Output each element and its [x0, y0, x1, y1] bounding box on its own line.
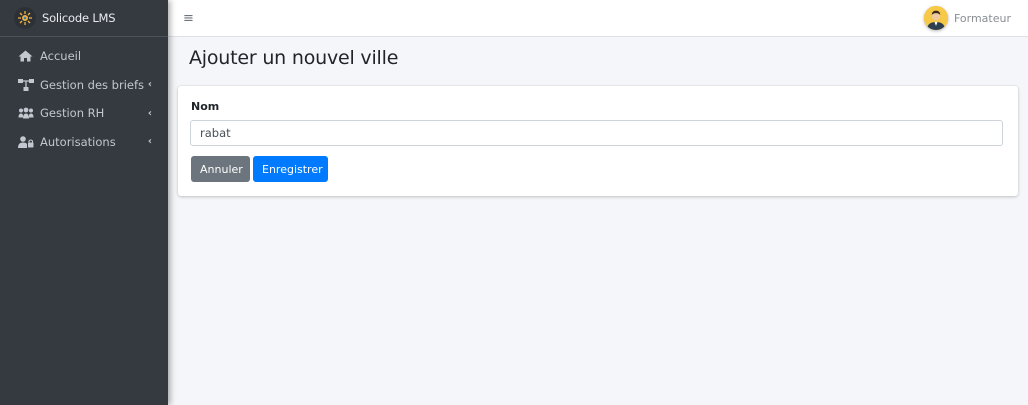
users-icon: [18, 106, 36, 120]
sitemap-icon: [18, 78, 36, 92]
home-icon: [18, 49, 36, 63]
menu-toggle-icon[interactable]: ≡: [183, 11, 194, 26]
page-title: Ajouter un nouvel ville: [189, 47, 399, 69]
main-content: Ajouter un nouvel ville Nom Annuler Enre…: [168, 37, 1028, 405]
sidebar-item-label: Accueil: [40, 49, 82, 64]
user-menu[interactable]: Formateur: [923, 6, 1011, 30]
name-input[interactable]: [190, 120, 1003, 146]
cancel-button[interactable]: Annuler: [191, 156, 250, 182]
sidebar-item-label: Autorisations: [40, 134, 116, 149]
user-name: Formateur: [953, 11, 1011, 25]
sidebar-item-autorisations[interactable]: Autorisations ‹: [0, 128, 168, 157]
brand-link[interactable]: Solicode LMS: [0, 0, 168, 37]
top-navbar: ≡ Formateur: [168, 0, 1028, 37]
sidebar: Solicode LMS Accueil Gestion des briefs …: [0, 0, 168, 405]
brand-name: Solicode LMS: [42, 11, 116, 25]
sidebar-item-gestion-rh[interactable]: Gestion RH ‹: [0, 99, 168, 128]
chevron-left-icon: ‹: [147, 79, 152, 91]
sidebar-item-accueil[interactable]: Accueil: [0, 42, 168, 71]
form-card: Nom Annuler Enregistrer: [178, 86, 1018, 196]
sidebar-item-label: Gestion des briefs: [40, 77, 145, 92]
name-field-label: Nom: [191, 100, 220, 113]
avatar: [923, 6, 948, 30]
sidebar-item-label: Gestion RH: [40, 106, 105, 121]
sidebar-item-gestion-des-briefs[interactable]: Gestion des briefs ‹: [0, 71, 168, 100]
user-lock-icon: [18, 135, 36, 149]
chevron-left-icon: ‹: [147, 107, 152, 119]
save-button[interactable]: Enregistrer: [253, 156, 328, 182]
sidebar-nav: Accueil Gestion des briefs ‹ Gestion RH …: [0, 37, 168, 156]
solicode-logo-icon: [14, 7, 36, 29]
chevron-left-icon: ‹: [147, 136, 152, 148]
